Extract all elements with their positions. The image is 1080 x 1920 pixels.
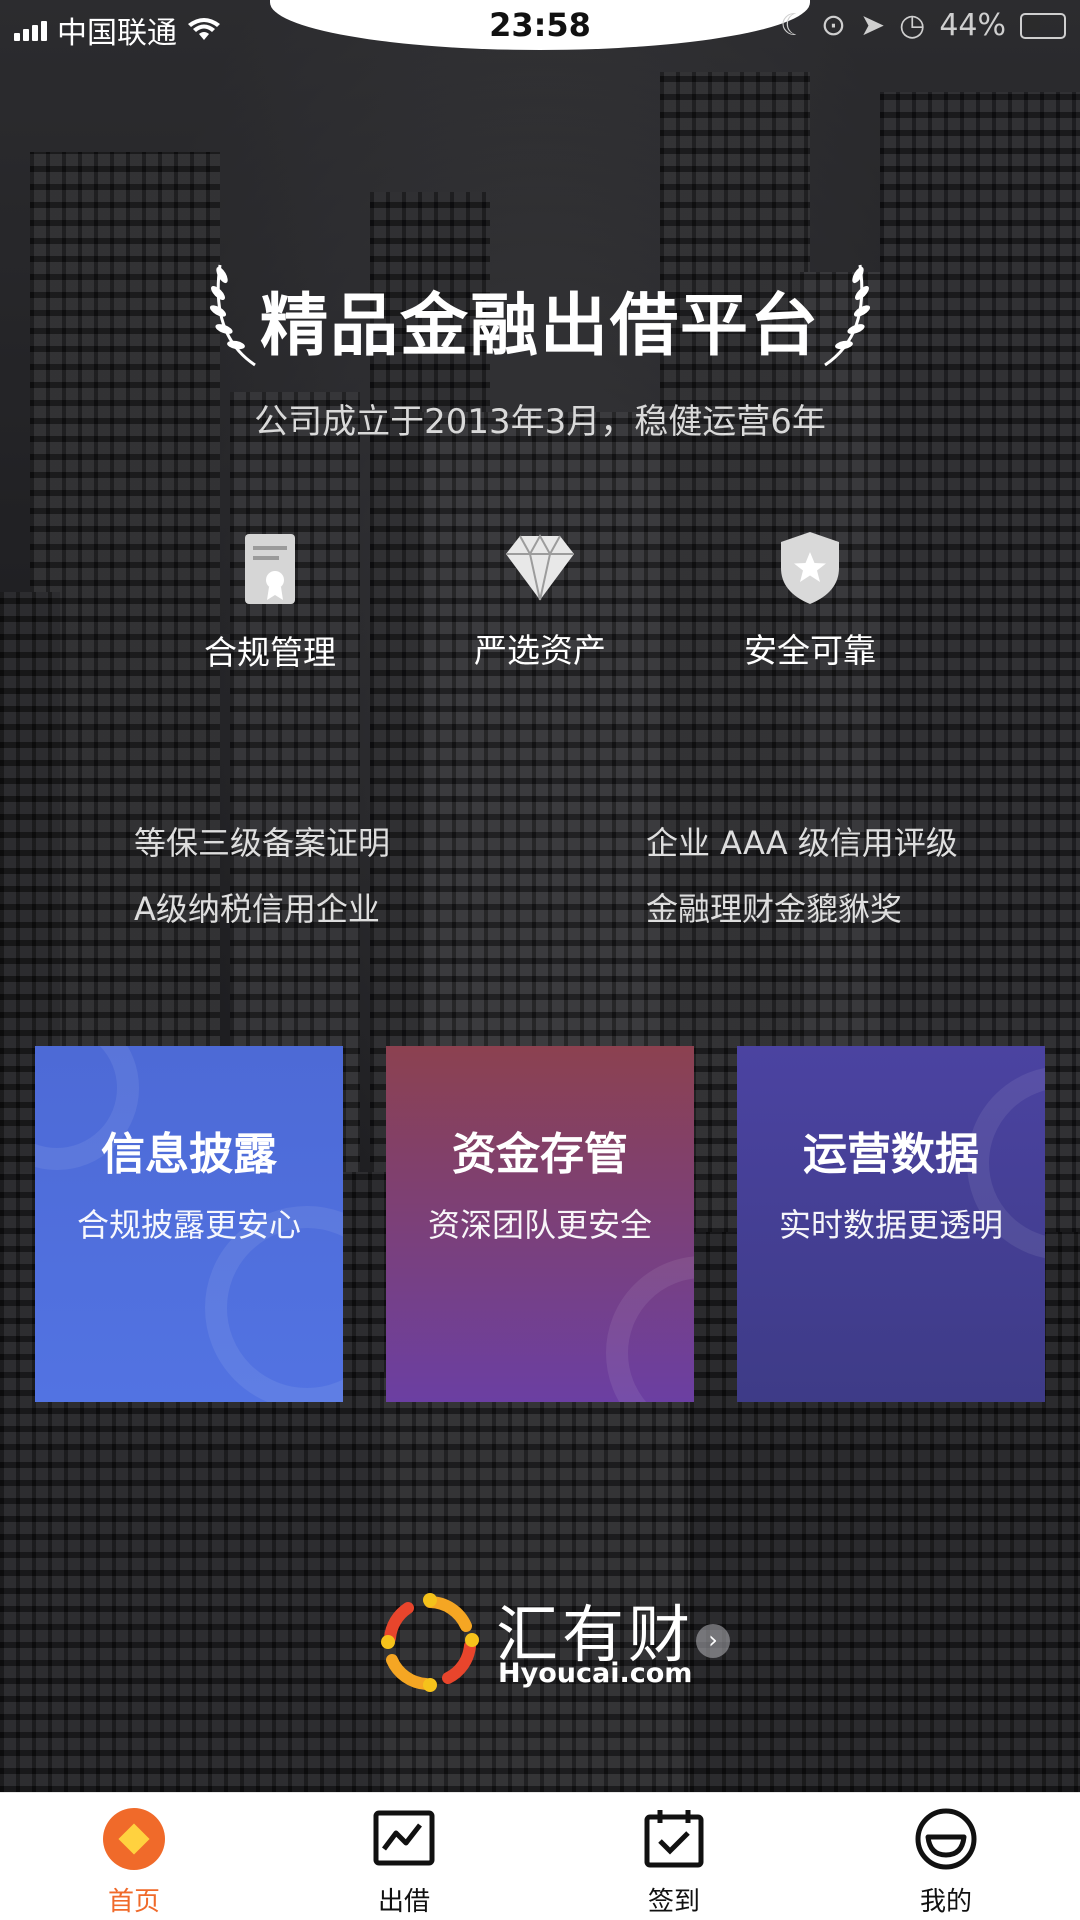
certificate-icon	[245, 534, 295, 604]
feature-security: 安全可靠	[690, 530, 930, 672]
moon-icon: ☾	[779, 8, 807, 43]
feature-compliance: 合规管理	[150, 532, 390, 674]
certification-item: A级纳税信用企业	[134, 890, 380, 928]
diamond-icon	[506, 533, 574, 601]
tab-lend[interactable]: 出借	[314, 1793, 494, 1920]
brand-logo[interactable]: 汇有财 Hyoucai.com ›	[378, 1590, 738, 1700]
card-subtitle: 实时数据更透明	[778, 1206, 1003, 1244]
smile-icon	[915, 1808, 977, 1870]
bottom-tab-bar: 首页 出借 签到 我的	[0, 1792, 1080, 1920]
tab-label: 我的	[919, 1887, 972, 1917]
tab-home[interactable]: 首页	[44, 1793, 224, 1920]
tab-label: 首页	[107, 1887, 160, 1917]
feature-assets: 严选资产	[420, 530, 660, 672]
hero-subtitle: 公司成立于2013年3月，稳健运营6年	[254, 402, 826, 442]
home-screen: 中国联通 23:58 ☾ ⊙ ➤ ◷ 44% 精品金融出借平台 公司成立于201…	[0, 0, 1080, 1920]
alarm-icon: ◷	[899, 8, 926, 43]
card-subtitle: 资深团队更安全	[427, 1206, 652, 1244]
calendar-check-icon	[644, 1810, 704, 1868]
card-title: 资金存管	[452, 1129, 628, 1180]
location-icon: ➤	[859, 8, 886, 43]
hero-title: 精品金融出借平台	[259, 287, 820, 366]
battery-percent: 44%	[939, 8, 1006, 43]
tab-label: 出借	[377, 1887, 430, 1917]
fund-custody-card[interactable]: 资金存管 资深团队更安全	[386, 1046, 694, 1402]
certification-item: 企业 AAA 级信用评级	[646, 824, 958, 862]
chevron-right-icon[interactable]: ›	[696, 1624, 730, 1658]
brand-name-en: Hyoucai.com	[498, 1658, 693, 1689]
feature-label: 合规管理	[204, 633, 336, 672]
tab-mine[interactable]: 我的	[856, 1793, 1036, 1920]
certification-item: 金融理财金貔貅奖	[646, 890, 903, 928]
battery-icon	[1020, 12, 1066, 39]
status-bar: 中国联通 23:58 ☾ ⊙ ➤ ◷ 44%	[0, 0, 1080, 52]
home-diamond-icon	[103, 1808, 165, 1870]
laurel-right-icon	[824, 264, 871, 367]
hyoucai-logo-icon	[381, 1593, 479, 1692]
operation-data-card[interactable]: 运营数据 实时数据更透明	[737, 1046, 1045, 1402]
certification-item: 等保三级备案证明	[134, 824, 391, 862]
tab-label: 签到	[647, 1887, 700, 1917]
chart-icon	[373, 1810, 435, 1866]
tab-checkin[interactable]: 签到	[584, 1793, 764, 1920]
feature-label: 严选资产	[474, 631, 606, 670]
feature-label: 安全可靠	[744, 631, 876, 670]
info-disclosure-card[interactable]: 信息披露 合规披露更安心	[35, 1046, 343, 1402]
shield-star-icon	[781, 532, 839, 604]
lock-rotation-icon: ⊙	[820, 8, 846, 43]
card-subtitle: 合规披露更安心	[76, 1206, 301, 1244]
